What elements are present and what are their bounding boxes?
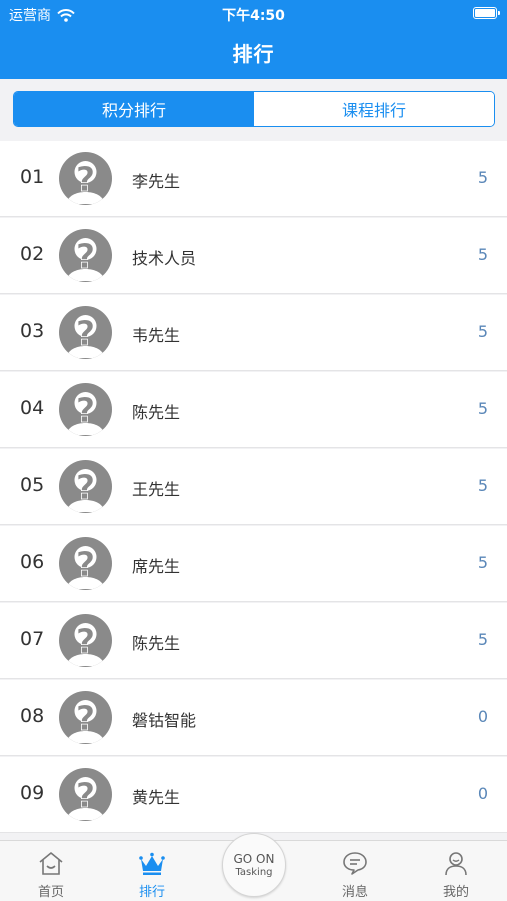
rank-number: 01: [20, 166, 45, 188]
svg-text:?: ?: [76, 545, 96, 585]
svg-text:?: ?: [76, 160, 96, 200]
user-name: 技术人员: [132, 249, 197, 268]
user-icon: [445, 852, 467, 876]
user-name: 磐钴智能: [132, 711, 197, 730]
tab-ranking-label: 排行: [138, 885, 165, 900]
tab-messages-label: 消息: [341, 885, 368, 900]
user-name: 黄先生: [132, 788, 181, 807]
user-score: 0: [477, 784, 488, 803]
user-name: 李先生: [132, 172, 181, 191]
ranking-row[interactable]: 08 ? 磐钴智能 0: [0, 680, 507, 756]
user-name: 王先生: [132, 480, 181, 499]
segment-bar: 积分排行 课程排行: [0, 79, 507, 141]
user-score: 5: [477, 399, 488, 418]
rank-number: 04: [20, 397, 45, 419]
rank-number: 02: [20, 243, 45, 265]
tab-points-ranking[interactable]: 积分排行: [14, 92, 254, 126]
rank-number: 08: [20, 705, 45, 727]
home-icon: [39, 852, 63, 875]
svg-text:?: ?: [76, 314, 96, 354]
avatar-placeholder-icon: ?: [59, 383, 112, 436]
user-name: 陈先生: [132, 634, 181, 653]
rank-number: 07: [20, 628, 45, 650]
svg-text:?: ?: [76, 776, 96, 816]
status-bar: 运营商 下午4:50: [0, 0, 507, 28]
avatar-placeholder-icon: ?: [59, 306, 112, 359]
avatar-placeholder-icon: ?: [59, 768, 112, 821]
avatar-placeholder-icon: ?: [59, 152, 112, 205]
status-time: 下午4:50: [222, 8, 285, 24]
svg-text:?: ?: [76, 391, 96, 431]
tab-course-ranking[interactable]: 课程排行: [254, 92, 494, 126]
ranking-row[interactable]: 02 ? 技术人员 5: [0, 218, 507, 294]
ranking-row[interactable]: 06 ? 席先生 5: [0, 526, 507, 602]
ranking-row[interactable]: 07 ? 陈先生 5: [0, 603, 507, 679]
avatar-placeholder-icon: ?: [59, 614, 112, 667]
tab-bar: 首页 排行 GO ON Tasking 消息 我的: [0, 833, 507, 901]
user-score: 5: [477, 553, 488, 572]
user-score: 5: [477, 168, 488, 187]
segmented-control: 积分排行 课程排行: [13, 91, 495, 127]
tab-messages[interactable]: 消息: [315, 841, 395, 901]
avatar-placeholder-icon: ?: [59, 460, 112, 513]
svg-text:?: ?: [76, 622, 96, 662]
user-score: 5: [477, 322, 488, 341]
ranking-row[interactable]: 05 ? 王先生 5: [0, 449, 507, 525]
avatar-placeholder-icon: ?: [59, 537, 112, 590]
user-name: 陈先生: [132, 403, 181, 422]
user-score: 5: [477, 245, 488, 264]
tab-profile-label: 我的: [442, 885, 469, 900]
message-icon: [343, 852, 367, 875]
battery-icon: [473, 7, 500, 19]
svg-text:?: ?: [76, 468, 96, 508]
svg-text:?: ?: [76, 699, 96, 739]
rank-number: 09: [20, 782, 45, 804]
avatar-placeholder-icon: ?: [59, 229, 112, 282]
rank-number: 06: [20, 551, 45, 573]
avatar-placeholder-icon: ?: [59, 691, 112, 744]
user-name: 席先生: [132, 557, 181, 576]
user-score: 0: [477, 707, 488, 726]
tab-home[interactable]: 首页: [11, 841, 91, 901]
go-on-tasking-button[interactable]: GO ON Tasking: [222, 833, 286, 897]
rank-number: 03: [20, 320, 45, 342]
ranking-list: 01 ? 李先生 5 02 ? 技术人员 5 03 ? 韦先生 5 04 ? 陈…: [0, 141, 507, 840]
tab-ranking[interactable]: 排行: [112, 841, 192, 901]
user-name: 韦先生: [132, 326, 181, 345]
ranking-row[interactable]: 09 ? 黄先生 0: [0, 757, 507, 833]
page-title: 排行: [232, 42, 275, 66]
user-score: 5: [477, 630, 488, 649]
tab-home-label: 首页: [37, 885, 64, 900]
crown-icon: [139, 852, 165, 875]
tasking-label: Tasking: [235, 866, 273, 878]
ranking-row[interactable]: 04 ? 陈先生 5: [0, 372, 507, 448]
go-on-label: GO ON: [233, 851, 275, 866]
rank-number: 05: [20, 474, 45, 496]
user-score: 5: [477, 476, 488, 495]
ranking-row[interactable]: 03 ? 韦先生 5: [0, 295, 507, 371]
tab-profile[interactable]: 我的: [416, 841, 496, 901]
app-header: 运营商 下午4:50 排行: [0, 0, 507, 79]
ranking-row[interactable]: 01 ? 李先生 5: [0, 141, 507, 217]
svg-text:?: ?: [76, 237, 96, 277]
